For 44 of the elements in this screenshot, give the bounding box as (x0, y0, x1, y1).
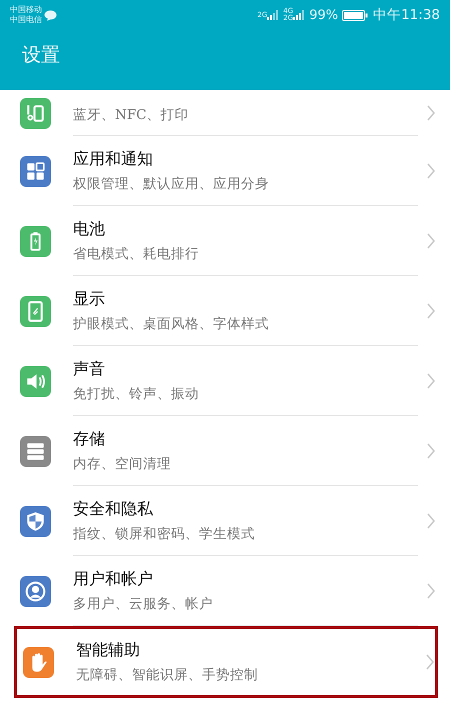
battery-percent: 99% (309, 8, 338, 22)
item-subtitle: 内存、空间清理 (73, 454, 171, 472)
item-title: 显示 (73, 288, 105, 310)
item-title: 存储 (73, 428, 105, 450)
settings-item[interactable]: 蓝牙、NFC、打印 (0, 90, 450, 136)
settings-item[interactable]: 安全和隐私 指纹、锁屏和密码、学生模式 (0, 486, 450, 556)
item-subtitle: 指纹、锁屏和密码、学生模式 (73, 524, 255, 542)
settings-item[interactable]: 应用和通知 权限管理、默认应用、应用分身 (0, 136, 450, 206)
chevron-icon (425, 653, 435, 671)
item-title: 电池 (73, 218, 105, 240)
message-icon (44, 10, 57, 20)
settings-item[interactable]: 存储 内存、空间清理 (0, 416, 450, 486)
page-title: 设置 (21, 43, 61, 68)
item-title: 声音 (73, 358, 105, 380)
settings-item[interactable]: 声音 免打扰、铃声、振动 (0, 346, 450, 416)
chevron-icon (426, 104, 436, 122)
item-subtitle: 无障碍、智能识屏、手势控制 (76, 666, 258, 684)
carrier-name: 中国电信 (10, 15, 42, 25)
item-subtitle: 免打扰、铃声、振动 (73, 384, 199, 402)
battery-icon (342, 10, 368, 20)
settings-item[interactable]: 用户和帐户 多用户、云服务、帐户 (0, 556, 450, 626)
clock: 中午11:38 (373, 6, 440, 24)
item-title: 安全和隐私 (73, 498, 153, 520)
signal-icon (293, 10, 306, 20)
item-subtitle: 护眼模式、桌面风格、字体样式 (73, 314, 269, 332)
item-title: 用户和帐户 (73, 568, 153, 590)
chevron-icon (426, 582, 436, 600)
item-subtitle: 多用户、云服务、帐户 (73, 594, 213, 612)
carrier-name: 中国移动 (10, 5, 42, 15)
chevron-icon (426, 162, 436, 180)
settings-item[interactable]: 电池 省电模式、耗电排行 (0, 206, 450, 276)
chevron-icon (426, 512, 436, 530)
settings-item[interactable]: 智能辅助 无障碍、智能识屏、手势控制 (14, 626, 438, 698)
signal-icon (267, 10, 280, 20)
chevron-icon (426, 232, 436, 250)
item-title: 应用和通知 (73, 148, 153, 170)
chevron-icon (426, 442, 436, 460)
chevron-icon (426, 372, 436, 390)
item-title: 智能辅助 (76, 640, 140, 661)
settings-item[interactable]: 显示 护眼模式、桌面风格、字体样式 (0, 276, 450, 346)
item-subtitle: 蓝牙、NFC、打印 (73, 106, 189, 124)
item-subtitle: 省电模式、耗电排行 (73, 244, 199, 262)
item-subtitle: 权限管理、默认应用、应用分身 (73, 174, 269, 192)
chevron-icon (426, 302, 436, 320)
